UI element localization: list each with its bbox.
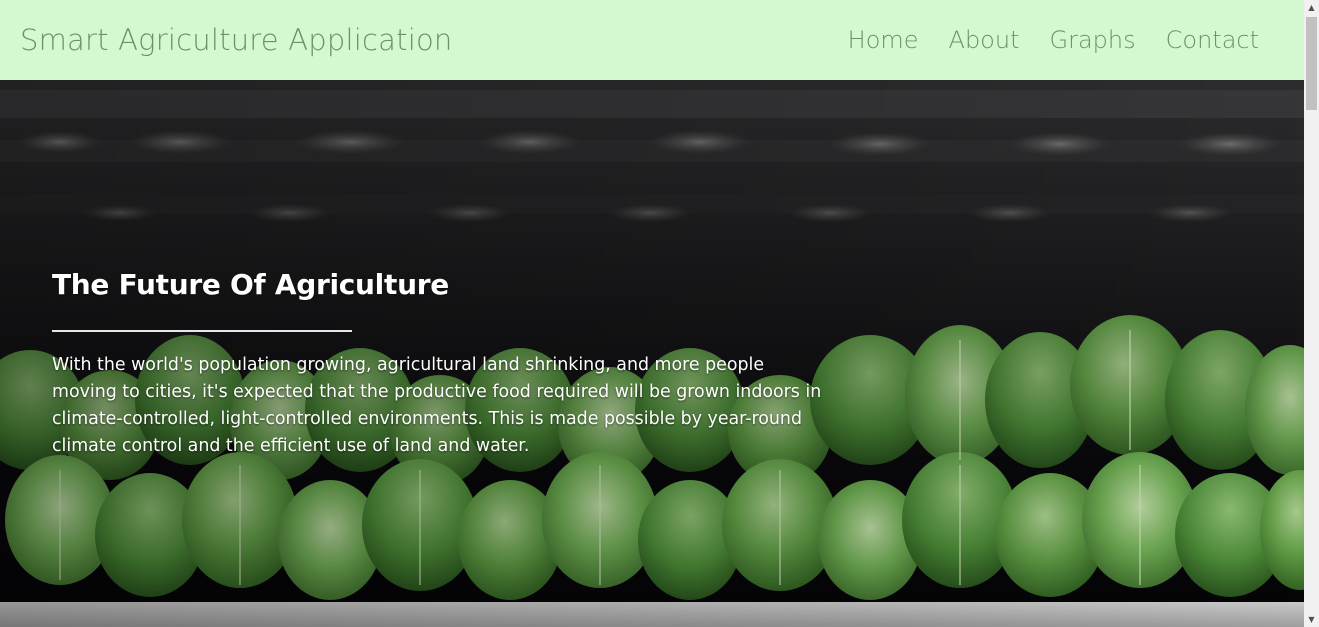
hero-section: The Future Of Agriculture With the world… <box>0 80 1304 627</box>
nav-link-about[interactable]: About <box>949 26 1020 54</box>
nav-link-contact[interactable]: Contact <box>1166 26 1259 54</box>
hero-title: The Future Of Agriculture <box>52 268 449 301</box>
nav-link-home[interactable]: Home <box>848 26 919 54</box>
nav-link-graphs[interactable]: Graphs <box>1050 26 1136 54</box>
hero-content: The Future Of Agriculture With the world… <box>52 268 832 460</box>
chevron-up-icon[interactable]: ▲ <box>1304 0 1319 15</box>
nav-links: Home About Graphs Contact <box>818 26 1259 54</box>
scrollbar-thumb[interactable] <box>1306 17 1317 110</box>
page: Smart Agriculture Application Home About… <box>0 0 1319 627</box>
hero-divider <box>52 329 352 332</box>
chevron-down-icon[interactable]: ▼ <box>1304 612 1319 627</box>
page-scrollbar[interactable]: ▲ ▼ <box>1304 0 1319 627</box>
navbar: Smart Agriculture Application Home About… <box>0 0 1304 80</box>
brand-link[interactable]: Smart Agriculture Application <box>20 23 452 57</box>
hero-paragraph: With the world's population growing, agr… <box>52 354 822 456</box>
